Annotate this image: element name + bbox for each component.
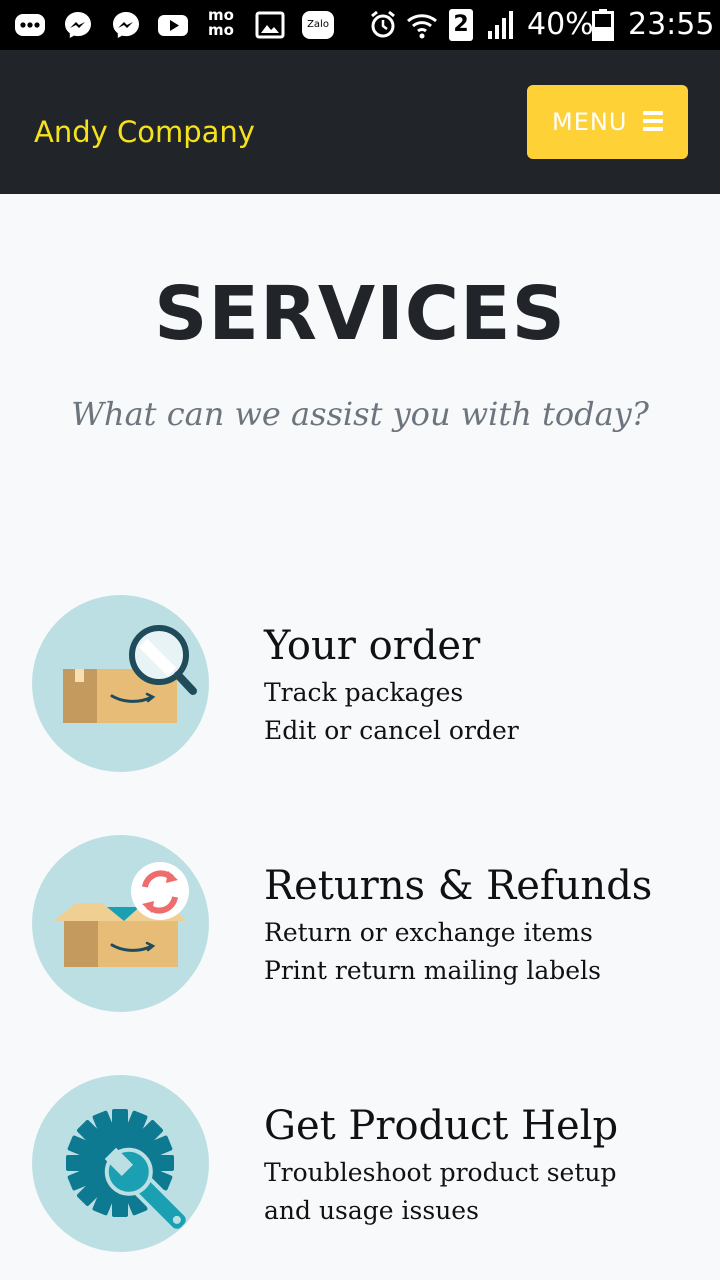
page-title: SERVICES <box>154 271 566 357</box>
hamburger-icon <box>643 111 663 131</box>
service-product-help[interactable]: Get Product Help Troubleshoot product se… <box>0 1075 720 1255</box>
brand-logo[interactable]: Andy Company <box>34 114 255 150</box>
service-line: and usage issues <box>264 1196 479 1225</box>
sim-slot-label: 2 <box>453 12 469 37</box>
service-line: Return or exchange items <box>264 918 593 947</box>
wifi-icon <box>407 14 437 39</box>
service-title: Your order <box>264 623 481 669</box>
service-line: Edit or cancel order <box>264 716 519 745</box>
menu-label: MENU <box>552 108 628 136</box>
zalo-icon: Zalo <box>302 11 334 39</box>
battery-percent: 40% <box>527 7 594 42</box>
alarm-icon <box>371 10 395 38</box>
gear-wrench-icon <box>32 1075 209 1252</box>
navbar: Andy Company MENU <box>0 50 720 194</box>
more-icon <box>15 14 45 36</box>
service-line: Track packages <box>264 678 464 707</box>
package-return-icon <box>32 835 209 1012</box>
service-line: Print return mailing labels <box>264 956 601 985</box>
status-bar: mo mo Zalo 2 40% 23:55 <box>0 0 720 50</box>
clock: 23:55 <box>628 7 715 42</box>
service-your-order[interactable]: Your order Track packages Edit or cancel… <box>0 595 720 775</box>
package-search-icon <box>32 595 209 772</box>
page-subtitle: What can we assist you with today? <box>71 395 649 433</box>
messenger-icon <box>113 12 139 38</box>
service-title: Get Product Help <box>264 1103 619 1149</box>
service-line: Troubleshoot product setup <box>264 1158 617 1187</box>
momo-label: mo mo <box>208 6 234 39</box>
battery-icon <box>592 9 614 41</box>
sim-icon: 2 <box>449 9 473 41</box>
service-title: Returns & Refunds <box>264 863 653 909</box>
zalo-label: Zalo <box>307 19 329 30</box>
menu-button[interactable]: MENU <box>527 85 688 159</box>
signal-icon <box>488 11 513 39</box>
messenger-icon <box>65 12 91 38</box>
youtube-icon <box>158 15 188 36</box>
momo-icon: mo mo <box>205 8 237 42</box>
gallery-icon <box>255 11 285 39</box>
service-returns-refunds[interactable]: Returns & Refunds Return or exchange ite… <box>0 835 720 1015</box>
